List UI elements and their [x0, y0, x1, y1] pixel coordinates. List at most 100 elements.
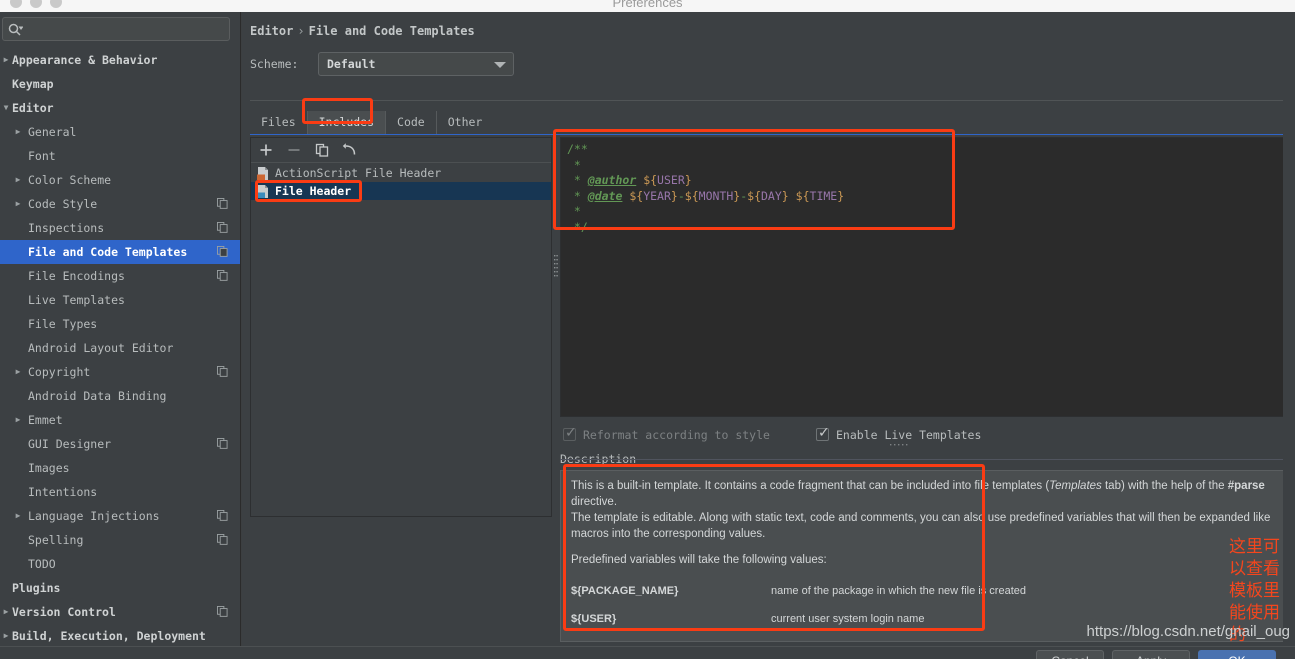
check-icon: ✓: [818, 425, 830, 441]
divider: [250, 100, 1290, 101]
copy-settings-icon[interactable]: [217, 510, 228, 521]
chevron-right-icon[interactable]: ▶: [0, 48, 12, 72]
splitter-grip-icon: [554, 255, 558, 277]
sidebar-item-file-encodings[interactable]: File Encodings: [0, 264, 240, 288]
settings-tree: ▶ Appearance & Behavior Keymap ▼ Editor ▶ Gene…: [0, 48, 240, 646]
copy-settings-icon[interactable]: [217, 222, 228, 233]
sidebar-item-keymap[interactable]: Keymap: [0, 72, 240, 96]
resize-grip-icon[interactable]: [890, 442, 916, 448]
sidebar-item-android-data-binding[interactable]: Android Data Binding: [0, 384, 240, 408]
sidebar-item-appearance-behavior[interactable]: ▶ Appearance & Behavior: [0, 48, 240, 72]
copy-settings-icon[interactable]: [217, 606, 228, 617]
sidebar-item-label: File Encodings: [28, 269, 125, 283]
sidebar-item-file-types[interactable]: File Types: [0, 312, 240, 336]
code-line: * @author ${USER}: [567, 173, 692, 187]
check-icon: ✓: [565, 425, 577, 441]
sidebar-item-images[interactable]: Images: [0, 456, 240, 480]
sidebar-item-inspections[interactable]: Inspections: [0, 216, 240, 240]
tab-code[interactable]: Code: [386, 111, 437, 134]
add-template-button[interactable]: [258, 142, 274, 158]
sidebar-item-language-injections[interactable]: ▶ Language Injections: [0, 504, 240, 528]
sidebar-item-gui-designer[interactable]: GUI Designer: [0, 432, 240, 456]
list-item[interactable]: ActionScript File Header: [251, 164, 551, 182]
sidebar-item-label: Build, Execution, Deployment: [12, 629, 206, 643]
settings-sidebar: ▶ Appearance & Behavior Keymap ▼ Editor ▶ Gene…: [0, 12, 241, 646]
reformat-option[interactable]: ✓ Reformat according to style: [563, 424, 770, 443]
scheme-label: Scheme:: [250, 57, 299, 71]
sidebar-item-general[interactable]: ▶ General: [0, 120, 240, 144]
sidebar-item-emmet[interactable]: ▶ Emmet: [0, 408, 240, 432]
sidebar-item-label: Android Layout Editor: [28, 341, 174, 355]
sidebar-item-version-control[interactable]: ▶ Version Control: [0, 600, 240, 624]
reset-template-button[interactable]: [342, 142, 358, 158]
copy-settings-icon[interactable]: [217, 366, 228, 377]
chevron-right-icon[interactable]: ▶: [12, 408, 24, 432]
scheme-dropdown[interactable]: Default: [318, 52, 514, 76]
list-item[interactable]: File Header: [251, 182, 551, 200]
chevron-right-icon[interactable]: ▶: [12, 120, 24, 144]
tabs-underline: [250, 134, 1290, 135]
copy-settings-icon[interactable]: [217, 534, 228, 545]
breadcrumb: Editor › File and Code Templates: [250, 24, 475, 38]
panel-splitter[interactable]: [553, 137, 559, 517]
cancel-button[interactable]: Cancel: [1036, 650, 1104, 659]
sidebar-item-code-style[interactable]: ▶ Code Style: [0, 192, 240, 216]
sidebar-item-copyright[interactable]: ▶ Copyright: [0, 360, 240, 384]
chevron-right-icon[interactable]: ▶: [12, 168, 24, 192]
ok-button[interactable]: OK: [1198, 650, 1276, 659]
chevron-right-icon[interactable]: ▶: [0, 600, 12, 624]
copy-settings-icon[interactable]: [217, 270, 228, 281]
sidebar-item-color-scheme[interactable]: ▶ Color Scheme: [0, 168, 240, 192]
sidebar-item-todo[interactable]: TODO: [0, 552, 240, 576]
chevron-right-icon[interactable]: ▶: [12, 360, 24, 384]
remove-template-button[interactable]: [286, 142, 302, 158]
sidebar-item-label: Intentions: [28, 485, 98, 499]
variable-name: ${DATE}: [571, 636, 771, 641]
breadcrumb-root[interactable]: Editor: [250, 24, 293, 38]
copy-template-button[interactable]: [314, 142, 330, 158]
sidebar-item-label: Images: [28, 461, 70, 475]
sidebar-item-build-execution-deployment[interactable]: ▶ Build, Execution, Deployment: [0, 624, 240, 646]
copy-settings-icon[interactable]: [217, 198, 228, 209]
chevron-down-icon[interactable]: ▼: [0, 96, 12, 120]
scheme-value: Default: [327, 57, 376, 71]
chevron-right-icon[interactable]: ▶: [12, 192, 24, 216]
sidebar-item-live-templates[interactable]: Live Templates: [0, 288, 240, 312]
copy-settings-icon[interactable]: [217, 246, 228, 257]
copy-settings-icon[interactable]: [217, 438, 228, 449]
apply-button[interactable]: Apply: [1112, 650, 1190, 659]
sidebar-item-file-and-code-templates[interactable]: File and Code Templates: [0, 240, 240, 264]
live-templates-checkbox[interactable]: ✓: [816, 425, 830, 441]
sidebar-item-label: Copyright: [28, 365, 91, 379]
sidebar-item-intentions[interactable]: Intentions: [0, 480, 240, 504]
sidebar-item-label: Spelling: [28, 533, 84, 547]
sidebar-item-plugins[interactable]: Plugins: [0, 576, 240, 600]
templates-list[interactable]: ActionScript File Header File Header: [251, 164, 551, 516]
description-paragraph-1: This is a built-in template. It contains…: [571, 480, 1265, 508]
watermark: https://blog.csdn.net/gnail_oug: [1086, 623, 1290, 640]
sidebar-item-spelling[interactable]: Spelling: [0, 528, 240, 552]
tab-files[interactable]: Files: [250, 111, 308, 134]
live-templates-option[interactable]: ✓ Enable Live Templates: [816, 424, 981, 443]
dialog-button-bar: Cancel Apply OK: [0, 646, 1295, 659]
sidebar-item-label: Appearance & Behavior: [12, 53, 158, 67]
sidebar-item-editor[interactable]: ▼ Editor: [0, 96, 240, 120]
sidebar-item-label: Live Templates: [28, 293, 125, 307]
search-input[interactable]: [29, 20, 225, 38]
sidebar-item-android-layout-editor[interactable]: Android Layout Editor: [0, 336, 240, 360]
chevron-right-icon[interactable]: ▶: [12, 504, 24, 528]
preferences-window: Preferences ▶ Appearance & Behavior Keymap…: [0, 0, 1295, 659]
sidebar-item-font[interactable]: Font: [0, 144, 240, 168]
tab-includes[interactable]: Includes: [307, 111, 387, 134]
template-code-editor[interactable]: /** * * @author ${USER} * @date ${YEAR}-…: [560, 137, 1290, 417]
chevron-right-icon[interactable]: ▶: [0, 624, 12, 646]
sidebar-item-label: GUI Designer: [28, 437, 112, 451]
code-line: *: [567, 204, 581, 218]
template-file-icon: [257, 167, 268, 180]
variable-name: ${PACKAGE_NAME}: [571, 585, 679, 597]
tab-other[interactable]: Other: [437, 111, 494, 134]
reformat-checkbox[interactable]: ✓: [563, 425, 577, 441]
description-paragraph-3: Predefined variables will take the follo…: [571, 554, 827, 566]
sidebar-search[interactable]: [2, 17, 230, 41]
description-panel: This is a built-in template. It contains…: [560, 470, 1290, 642]
